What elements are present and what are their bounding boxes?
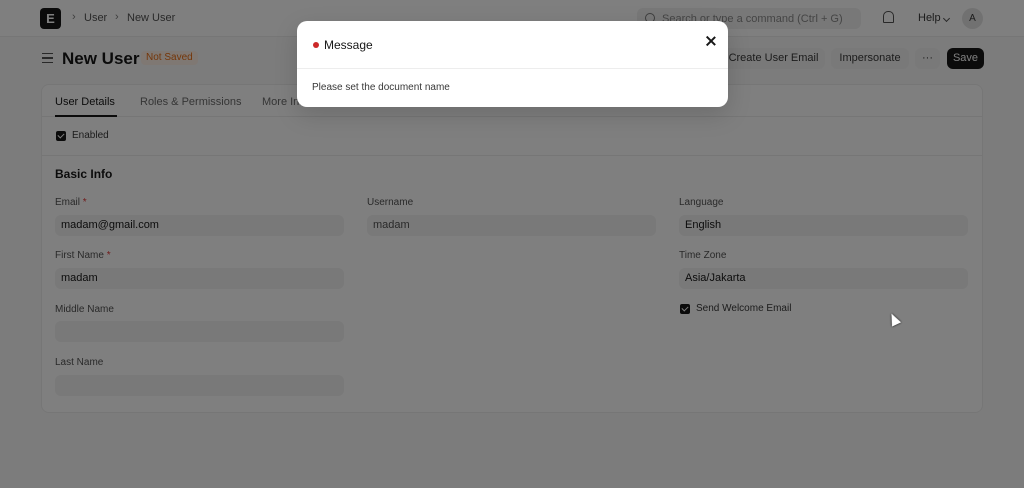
dialog-divider (297, 68, 728, 69)
message-dialog: Message Please set the document name (297, 21, 728, 107)
dialog-message: Please set the document name (312, 82, 450, 93)
indicator-dot-icon (313, 42, 319, 48)
dialog-title: Message (324, 38, 373, 52)
close-icon[interactable] (705, 35, 717, 47)
